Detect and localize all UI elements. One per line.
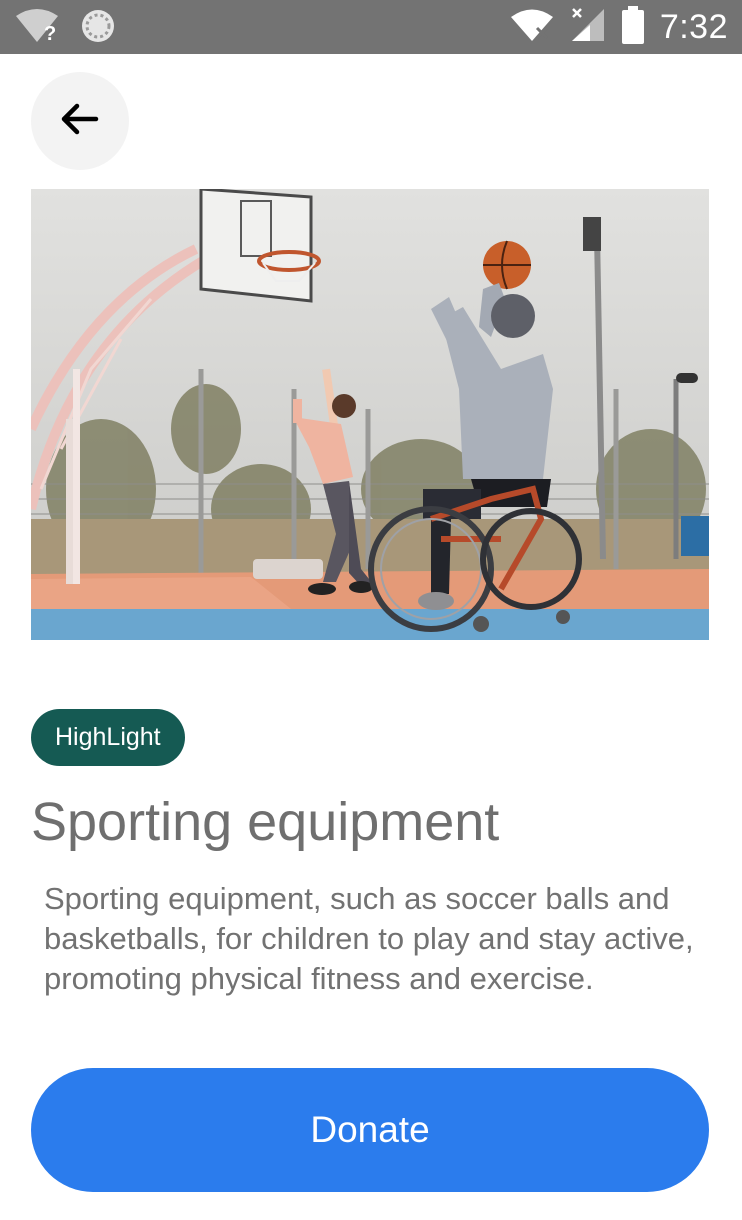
sync-icon xyxy=(80,8,116,48)
status-bar-left: ? xyxy=(14,8,116,48)
highlight-badge: HighLight xyxy=(31,709,185,766)
back-button[interactable] xyxy=(31,72,129,170)
wifi-x-icon xyxy=(510,8,554,46)
hero-image xyxy=(31,189,709,640)
donate-button[interactable]: Donate xyxy=(31,1068,709,1192)
page-title: Sporting equipment xyxy=(31,792,500,852)
battery-icon xyxy=(621,6,644,48)
wifi-question-icon: ? xyxy=(14,8,60,48)
item-description: Sporting equipment, such as soccer balls… xyxy=(44,881,694,996)
signal-x-icon xyxy=(570,7,606,47)
arrow-left-icon xyxy=(60,102,100,140)
svg-text:?: ? xyxy=(44,23,56,44)
highlight-badge-label: HighLight xyxy=(55,723,161,751)
status-time: 7:32 xyxy=(659,7,728,46)
status-bar: ? 7:32 xyxy=(0,0,742,54)
status-bar-right: 7:32 xyxy=(510,6,728,48)
donate-button-label: Donate xyxy=(310,1109,430,1150)
